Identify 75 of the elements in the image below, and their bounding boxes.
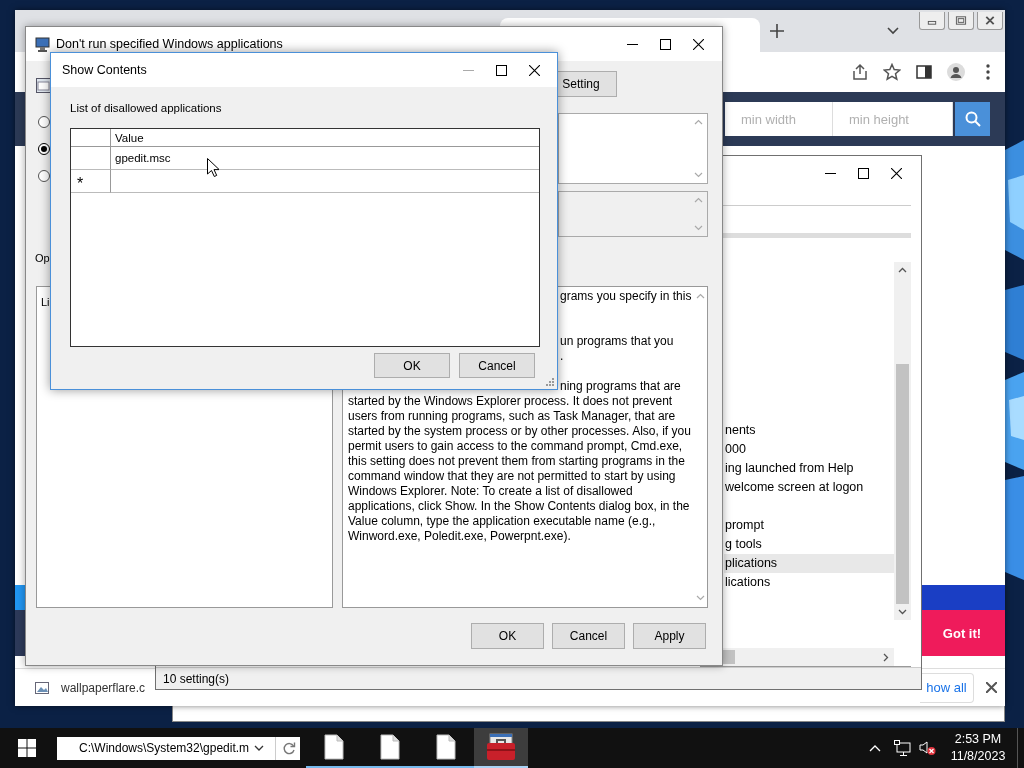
new-row-marker: * (77, 175, 84, 192)
star-icon[interactable] (883, 63, 901, 81)
maximize-icon[interactable] (858, 167, 869, 179)
maximize-icon[interactable] (496, 64, 507, 76)
options-label: Op (35, 252, 50, 264)
setting-row[interactable]: plications (724, 554, 894, 573)
dialog-button[interactable]: OK (471, 623, 544, 649)
setting-row[interactable]: welcome screen at logon (724, 478, 894, 497)
column-header: Value (111, 129, 539, 147)
dialog-title: Show Contents (62, 63, 147, 77)
search-field[interactable]: min height (833, 102, 953, 136)
help-text: grams you specify in this (560, 289, 692, 303)
profile-icon[interactable] (947, 63, 965, 81)
table-corner (71, 129, 111, 147)
radio-button[interactable] (38, 143, 50, 155)
image-file-icon (35, 681, 49, 694)
search-icon (964, 111, 981, 127)
chevron-right-icon[interactable] (883, 652, 889, 662)
windows-logo-icon[interactable] (18, 739, 36, 757)
row-header[interactable] (71, 147, 111, 170)
sidebar-icon[interactable] (915, 63, 933, 81)
file-icon (436, 734, 456, 760)
list-label: List of disallowed applications (70, 102, 222, 114)
scrollbar[interactable] (894, 262, 911, 620)
setting-row[interactable]: prompt (724, 516, 894, 535)
close-icon[interactable] (529, 64, 540, 76)
resize-grip-icon[interactable] (546, 378, 554, 386)
address-field[interactable]: C:\Windows\System32\gpedit.m (57, 736, 300, 760)
dialog-button[interactable]: Cancel (459, 353, 535, 378)
got-it-button[interactable]: Got it! (919, 610, 1005, 656)
restore-icon[interactable] (948, 12, 974, 30)
show-all-button[interactable]: how all (920, 672, 974, 703)
options-text: Li (41, 296, 50, 308)
dialog-button[interactable]: Cancel (552, 623, 625, 649)
refresh-icon[interactable] (282, 741, 296, 755)
help-text: ning programs that are (560, 379, 681, 393)
maximize-icon[interactable] (660, 38, 671, 50)
monitor-icon (35, 36, 51, 52)
taskbar-button[interactable] (474, 728, 528, 768)
close-icon[interactable] (891, 167, 902, 179)
file-name[interactable]: wallpaperflare.c (61, 680, 146, 695)
share-icon[interactable] (851, 63, 869, 81)
network-icon[interactable] (894, 740, 911, 756)
chevron-down-icon[interactable] (898, 609, 907, 615)
radio-button[interactable] (38, 116, 50, 128)
setting-row[interactable]: lications (724, 573, 894, 592)
toolbox-icon (486, 733, 516, 761)
file-icon (324, 734, 344, 760)
chevron-down-icon[interactable] (254, 745, 264, 751)
window-title: Don't run specified Windows applications (56, 37, 283, 51)
chevron-down-icon[interactable] (887, 27, 899, 35)
setting-row[interactable]: ing launched from Help (724, 459, 894, 478)
search-field[interactable]: min width (725, 102, 833, 136)
muted-speaker-icon[interactable] (919, 740, 936, 756)
close-icon[interactable] (693, 38, 704, 50)
help-text: started by the Windows Explorer process. It does not prevent users from running programs, such as Task Manager, that are started by the system process or by other processes. Also, if you permit users to gain access to the command prompt, Cmd.exe, this setting does not prevent them from starting programs in the command window that they are not permitted to start by using Windows Explorer. Note: To create a list of disallowed applications, click Show. In the Show Contents dialog box, in the Value column, type the application executable name (e.g., Winword.exe, Poledit.exe, Powerpnt.exe). (348, 394, 692, 544)
row-header[interactable]: * (71, 170, 111, 193)
file-icon (380, 734, 400, 760)
clock-date[interactable]: 11/8/2023 (950, 748, 1006, 765)
dialog-button[interactable]: OK (374, 353, 450, 378)
setting-row[interactable]: nents (724, 421, 894, 440)
close-icon[interactable] (977, 12, 1003, 30)
dialog-button[interactable]: Apply (633, 623, 706, 649)
help-text: un programs that you (560, 334, 674, 348)
setting-row[interactable]: 000 (724, 440, 894, 459)
status-text: 10 setting(s) (163, 671, 230, 686)
cursor-icon (207, 158, 219, 177)
chevron-up-icon[interactable] (898, 267, 907, 273)
search-button[interactable] (955, 102, 990, 136)
plus-icon[interactable] (770, 24, 784, 38)
setting-row[interactable]: g tools (724, 535, 894, 554)
radio-button[interactable] (38, 170, 50, 182)
close-icon[interactable] (986, 682, 997, 693)
clock-time[interactable]: 2:53 PM (954, 731, 1002, 748)
help-text: . (560, 349, 564, 363)
